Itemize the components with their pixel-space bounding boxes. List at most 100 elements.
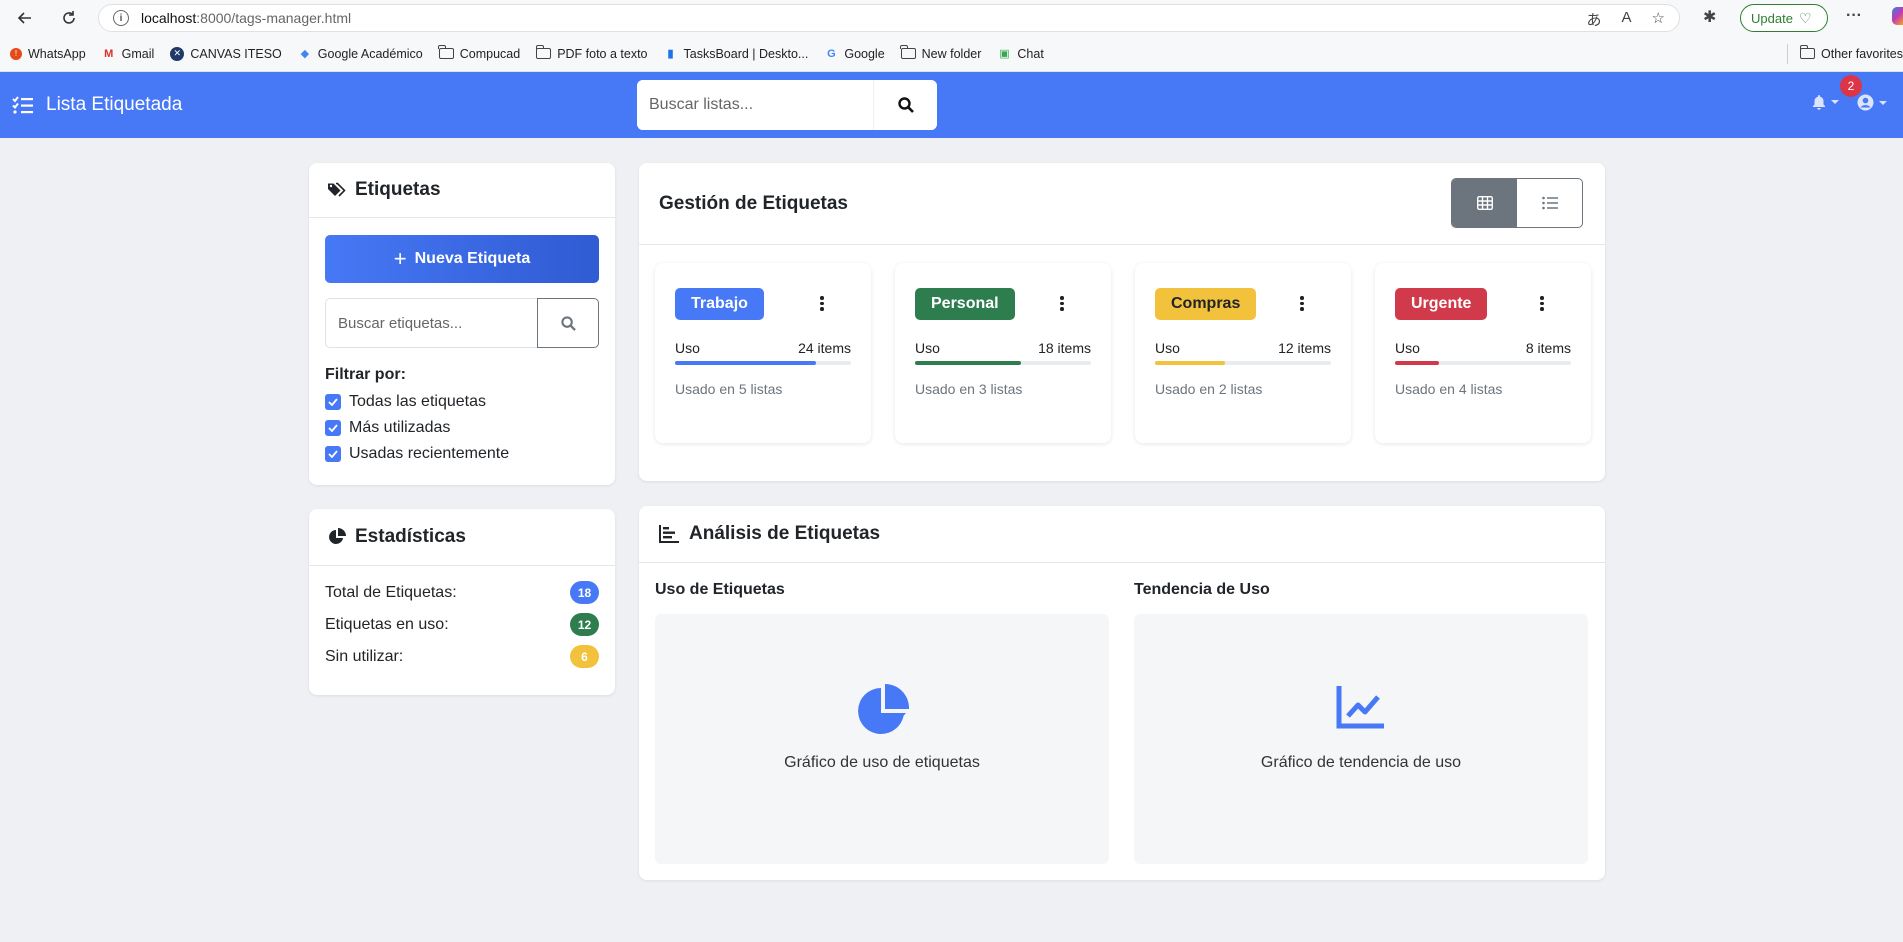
tag-card[interactable]: Urgente Uso 8 items Usado en 4 listas [1375,263,1591,443]
used-in-text: Usado en 2 listas [1155,381,1263,397]
refresh-icon[interactable] [52,3,86,33]
folder-icon [438,45,454,59]
tag-search-input[interactable] [325,298,537,348]
analysis-panel-header: Análisis de Etiquetas [639,506,1605,563]
checkbox-checked-icon[interactable] [325,394,341,410]
bookmark-canvas[interactable]: ✕ CANVAS ITESO [170,46,282,61]
stat-badge: 12 [570,613,599,636]
folder-icon [900,45,916,59]
filter-most-used[interactable]: Más utilizadas [325,419,450,437]
grid-view-button[interactable] [1452,179,1517,227]
list-view-button[interactable] [1517,179,1582,227]
bookmark-pdf[interactable]: PDF foto a texto [535,45,648,61]
bookmark-tasksboard[interactable]: ▮ TasksBoard | Deskto... [664,47,808,61]
more-options-icon[interactable] [1060,296,1064,311]
bookmark-label: WhatsApp [28,46,86,61]
gmail-icon: M [104,47,114,60]
more-options-icon[interactable] [820,296,824,311]
stats-panel-header: Estadísticas [309,509,615,566]
tag-chip[interactable]: Personal [915,288,1015,320]
app-navbar: Lista Etiquetada 2 [0,72,1903,138]
items-count: 12 items [1278,340,1331,356]
usage-progress [675,361,851,365]
tag-card[interactable]: Personal Uso 18 items Usado en 3 listas [895,263,1111,443]
google-scholar-icon: ◆ [300,48,310,60]
tag-management-title: Gestión de Etiquetas [659,192,848,214]
usage-progress [1155,361,1331,365]
trend-chart-title: Tendencia de Uso [1134,581,1270,598]
tag-chip[interactable]: Compras [1155,288,1257,320]
tag-chip[interactable]: Urgente [1395,288,1488,320]
more-options-icon[interactable] [1300,296,1304,311]
usage-label: Uso [675,340,700,356]
used-in-text: Usado en 3 listas [915,381,1023,397]
list-search [637,80,937,130]
stat-total-tags: Total de Etiquetas: 18 [325,581,599,604]
user-circle-icon [1857,94,1874,111]
items-count: 24 items [798,340,851,356]
favorite-star-icon[interactable]: ☆ [1652,9,1665,30]
filter-label: Usadas recientemente [349,445,510,462]
copilot-icon[interactable] [1892,7,1903,25]
bookmark-label: New folder [921,46,982,61]
tag-management-panel: Gestión de Etiquetas Trabajo Uso 24 item… [639,163,1605,481]
url-path: :8000/tags-manager.html [196,10,352,26]
tag-chip[interactable]: Trabajo [675,288,764,320]
usage-label: Uso [915,340,940,356]
bookmark-label: Gmail [121,46,155,61]
other-favorites[interactable]: Other favorites [1787,43,1903,64]
usage-progress-fill [915,361,1021,365]
filter-recently-used[interactable]: Usadas recientemente [325,445,509,463]
more-options-icon[interactable] [1540,296,1544,311]
bookmark-label: Google [844,46,885,61]
more-options-icon[interactable]: ··· [1846,7,1862,25]
browser-toolbar: i localhost:8000/tags-manager.html あ A ☆… [0,0,1903,36]
tag-search-button[interactable] [537,298,599,348]
url-host: localhost [141,10,197,26]
notifications-dropdown[interactable] [1812,94,1839,110]
read-aloud-icon[interactable]: A [1622,9,1632,30]
bookmark-compucad[interactable]: Compucad [438,45,520,61]
site-info-icon[interactable]: i [113,10,129,26]
items-count: 18 items [1038,340,1091,356]
back-icon[interactable] [8,3,42,33]
chat-icon: ▣ [999,48,1010,60]
canvas-iteso-icon: ✕ [170,46,185,61]
tags-icon [328,182,346,197]
list-check-icon [12,96,33,114]
tag-card[interactable]: Trabajo Uso 24 items Usado en 5 listas [655,263,871,443]
checkbox-checked-icon[interactable] [325,446,341,462]
bookmark-google-academico[interactable]: ◆ Google Académico [298,47,423,61]
search-icon [897,97,914,113]
view-toggle [1451,178,1583,228]
stat-unused: Sin utilizar: 6 [325,645,599,668]
checkbox-checked-icon[interactable] [325,420,341,436]
search-icon [560,315,576,331]
filter-all-tags[interactable]: Todas las etiquetas [325,393,486,411]
stat-label: Sin utilizar: [325,647,404,665]
bookmark-new-folder[interactable]: New folder [900,45,982,61]
address-bar[interactable]: i localhost:8000/tags-manager.html あ A ☆ [98,4,1680,32]
tag-card[interactable]: Compras Uso 12 items Usado en 2 listas [1135,263,1351,443]
bookmark-chat[interactable]: ▣ Chat [997,47,1044,61]
bar-chart-icon [659,525,679,543]
usage-chart-placeholder: Gráfico de uso de etiquetas [655,614,1109,864]
folder-icon [535,45,552,59]
update-button[interactable]: Update ♡ [1740,4,1828,32]
bookmark-gmail[interactable]: M Gmail [102,46,155,61]
bookmark-whatsapp[interactable]: ! WhatsApp [10,47,86,61]
usage-progress-fill [1155,361,1226,365]
list-search-button[interactable] [873,80,937,130]
brand[interactable]: Lista Etiquetada [12,94,182,116]
bookmark-google[interactable]: G Google [824,46,885,61]
stats-panel: Estadísticas Total de Etiquetas: 18 Etiq… [309,509,615,695]
tag-usage-row: Uso 18 items [915,340,1091,356]
plus-icon: + [393,246,407,271]
new-tag-button[interactable]: + Nueva Etiqueta [325,235,599,283]
analysis-panel: Análisis de Etiquetas Uso de Etiquetas G… [639,506,1605,880]
translate-icon[interactable]: あ [1587,9,1602,30]
stat-tags-in-use: Etiquetas en uso: 12 [325,613,599,636]
extensions-icon[interactable]: ✱ [1703,7,1716,27]
user-dropdown[interactable] [1857,94,1887,111]
list-search-input[interactable] [637,80,873,130]
